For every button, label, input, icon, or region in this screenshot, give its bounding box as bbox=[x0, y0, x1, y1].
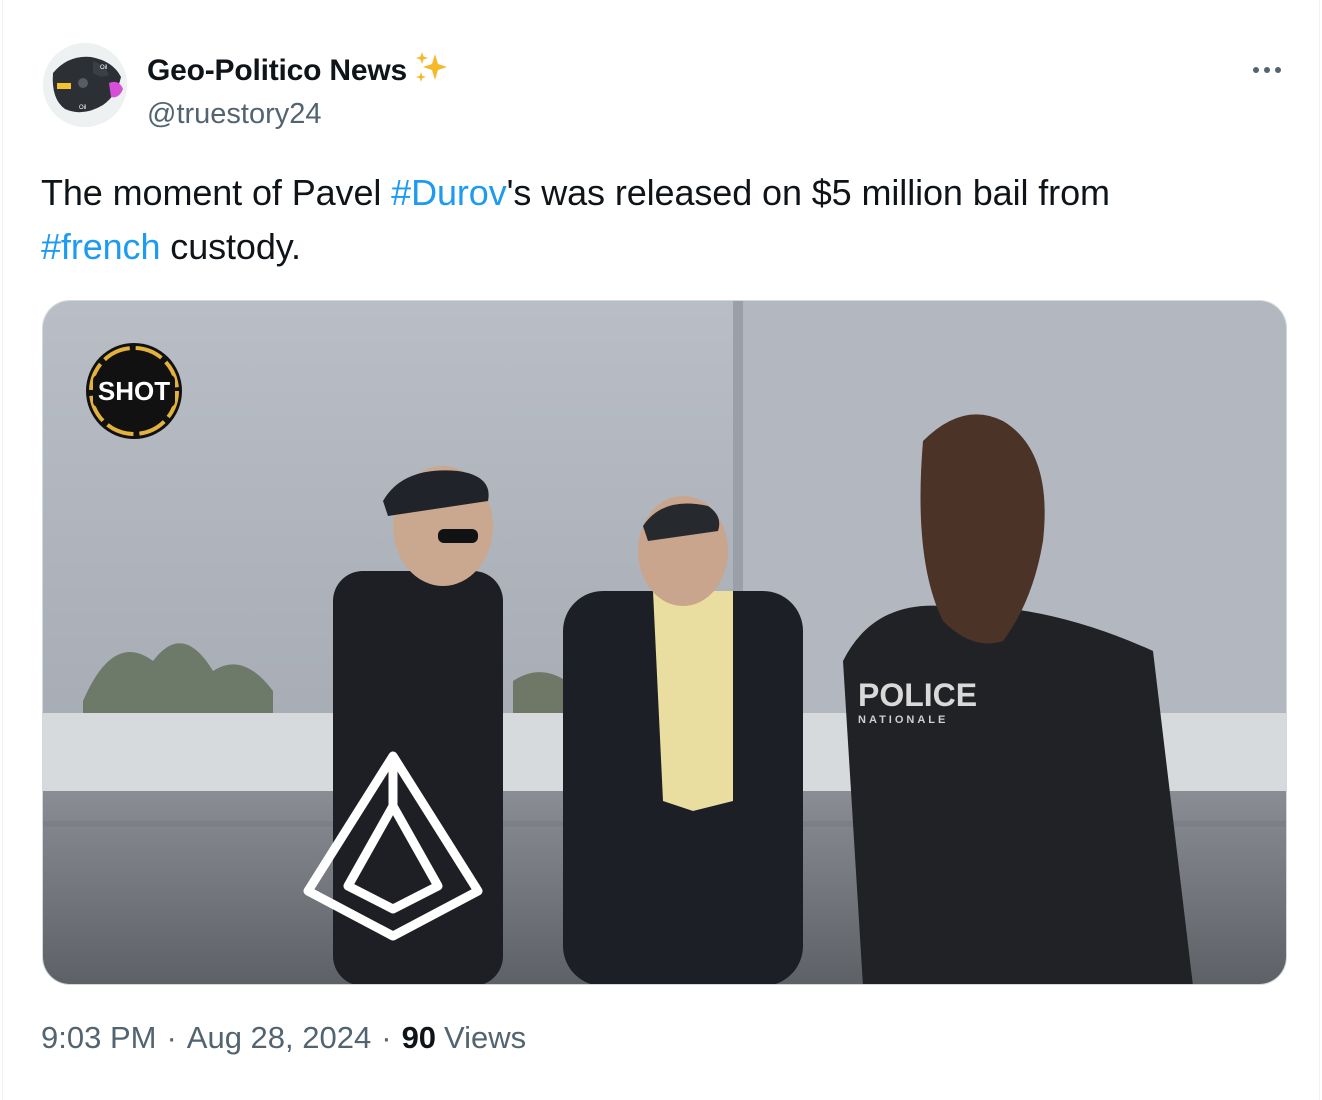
police-vest-subtext: NATIONALE bbox=[858, 714, 948, 726]
more-dot bbox=[1264, 67, 1270, 73]
avatar-label-oil-1: Oil bbox=[100, 65, 107, 71]
meta-separator: · bbox=[166, 1020, 177, 1055]
more-dot bbox=[1275, 67, 1281, 73]
tweet-meta: 9:03 PM · Aug 28, 2024 · 90 Views bbox=[41, 1020, 526, 1056]
police-vest-text: POLICE bbox=[858, 677, 977, 713]
author-name-row[interactable]: Geo-Politico News bbox=[147, 50, 449, 91]
avatar[interactable]: Oil Oil bbox=[43, 43, 127, 127]
avatar-label-oil-2: Oil bbox=[79, 105, 86, 111]
tweet-text: The moment of Pavel #Durov's was release… bbox=[41, 166, 1281, 274]
tweet-text-segment: custody. bbox=[160, 226, 301, 267]
more-options-button[interactable] bbox=[1241, 54, 1293, 86]
more-dot bbox=[1253, 67, 1259, 73]
meta-separator: · bbox=[381, 1020, 392, 1055]
hashtag-french-link[interactable]: #french bbox=[41, 226, 160, 267]
tweet-timestamp-link[interactable]: 9:03 PM bbox=[41, 1020, 156, 1056]
tweet-date-link[interactable]: Aug 28, 2024 bbox=[187, 1020, 371, 1056]
tweet-text-segment: 's was released on $5 million bail from bbox=[506, 172, 1110, 213]
video-frame: POLICE NATIONALE SHOT bbox=[43, 301, 1286, 984]
hashtag-durov-link[interactable]: #Durov bbox=[391, 172, 507, 213]
author-display-name[interactable]: Geo-Politico News bbox=[147, 54, 407, 88]
views-label: Views bbox=[444, 1020, 527, 1055]
tweet-text-segment: The moment of Pavel bbox=[41, 172, 392, 213]
video-media[interactable]: POLICE NATIONALE SHOT bbox=[42, 300, 1287, 985]
author-handle[interactable]: @truestory24 bbox=[147, 98, 322, 131]
avatar-map-image: Oil Oil bbox=[43, 43, 127, 127]
shot-watermark-logo: SHOT bbox=[86, 343, 182, 439]
views-count: 90 bbox=[401, 1020, 437, 1055]
tweet-card: Oil Oil Geo-Politico News @truestory24 T… bbox=[2, 0, 1320, 1100]
shot-watermark-label: SHOT bbox=[98, 376, 170, 406]
sparkles-icon bbox=[413, 50, 449, 91]
